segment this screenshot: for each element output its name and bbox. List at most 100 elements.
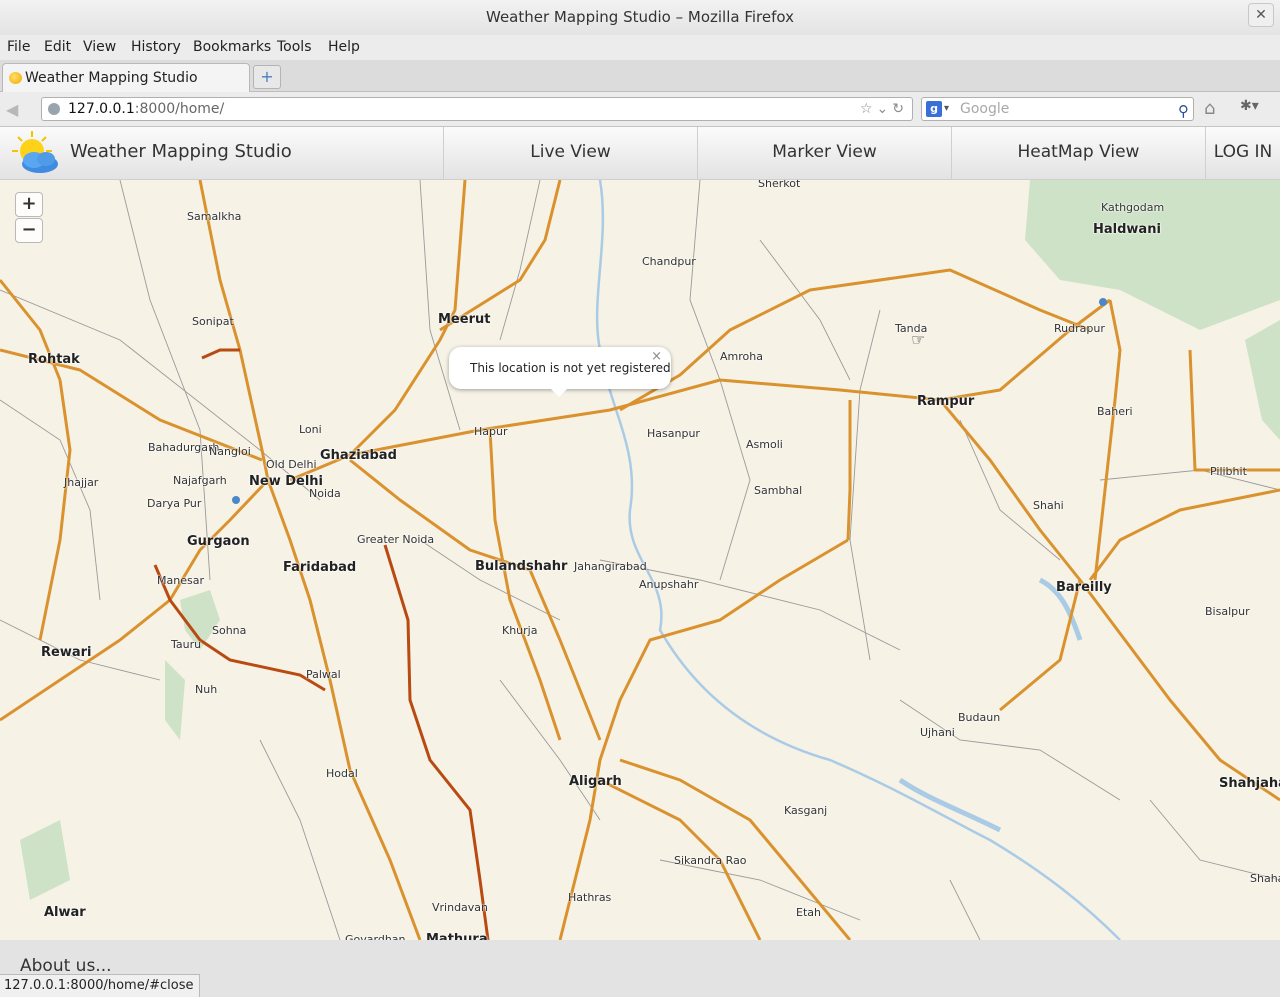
place-label: Bareilly bbox=[1056, 580, 1112, 595]
window-titlebar: Weather Mapping Studio – Mozilla Firefox… bbox=[0, 0, 1280, 35]
airport-markers bbox=[232, 298, 1107, 504]
place-label: Najafgarh bbox=[173, 474, 227, 487]
map-canvas[interactable]: + − Sherkot Kathgodam Haldwani Samalkha Chan… bbox=[0, 180, 1280, 940]
menu-history[interactable]: History bbox=[131, 39, 181, 55]
about-link[interactable]: About us... bbox=[20, 956, 112, 976]
menu-bar: File Edit View History Bookmarks Tools H… bbox=[0, 35, 1280, 60]
place-label: Shahjahanpur bbox=[1219, 776, 1280, 791]
place-label: Pilibhit bbox=[1210, 465, 1247, 478]
reload-icon[interactable]: ↻ bbox=[892, 101, 908, 117]
place-label: Noida bbox=[309, 487, 341, 500]
url-path: :8000/home/ bbox=[134, 101, 225, 117]
weather-favicon-icon bbox=[9, 72, 22, 84]
tab-label: Weather Mapping Studio bbox=[25, 70, 198, 86]
place-label: Sonipat bbox=[192, 315, 234, 328]
place-label: Old Delhi bbox=[266, 458, 317, 471]
place-label: Meerut bbox=[438, 312, 491, 327]
live-view-link[interactable]: Live View bbox=[443, 127, 697, 179]
menu-help[interactable]: Help bbox=[328, 39, 360, 55]
forest-area bbox=[165, 660, 185, 740]
place-label: Bulandshahr bbox=[475, 559, 568, 574]
status-bar: 127.0.0.1:8000/home/#close bbox=[0, 974, 201, 997]
place-label: Etah bbox=[796, 906, 821, 919]
heatmap-view-link[interactable]: HeatMap View bbox=[951, 127, 1205, 179]
place-label: Nangloi bbox=[209, 445, 251, 458]
menu-edit[interactable]: Edit bbox=[44, 39, 71, 55]
tab-strip: Weather Mapping Studio + bbox=[0, 60, 1280, 92]
weather-logo-icon bbox=[12, 131, 58, 173]
url-dropdown-icon[interactable]: ⌄ bbox=[877, 101, 893, 117]
place-label: Mathura bbox=[426, 932, 488, 940]
addon-menu-icon[interactable]: ✱▾ bbox=[1240, 98, 1259, 114]
search-placeholder: Google bbox=[960, 101, 1010, 117]
river bbox=[898, 777, 1002, 833]
place-label: Palwal bbox=[306, 668, 341, 681]
place-label: Sambhal bbox=[754, 484, 803, 497]
zoom-in-button[interactable]: + bbox=[15, 192, 43, 217]
place-label: Ghaziabad bbox=[320, 448, 397, 463]
place-label: Tauru bbox=[171, 638, 202, 651]
login-link[interactable]: LOG IN bbox=[1205, 127, 1280, 179]
place-label: Rudrapur bbox=[1054, 322, 1105, 335]
place-label: Hasanpur bbox=[647, 427, 700, 440]
bookmark-star-icon[interactable]: ☆ bbox=[860, 101, 877, 117]
engine-dropdown-icon[interactable]: ▾ bbox=[944, 98, 949, 120]
forest-area bbox=[20, 820, 70, 900]
home-icon[interactable]: ⌂ bbox=[1204, 98, 1215, 119]
place-label: Asmoli bbox=[746, 438, 783, 451]
place-label: Govardhan bbox=[345, 933, 406, 940]
place-label: Darya Pur bbox=[147, 497, 202, 510]
place-label: Vrindavan bbox=[432, 901, 489, 914]
forest-area bbox=[1245, 320, 1280, 440]
place-label: Rohtak bbox=[28, 352, 80, 367]
place-label: Budaun bbox=[958, 711, 1001, 724]
app-title: Weather Mapping Studio bbox=[70, 141, 292, 162]
new-tab-button[interactable]: + bbox=[253, 65, 281, 89]
river bbox=[595, 180, 1121, 940]
url-host: 127.0.0.1 bbox=[68, 101, 135, 117]
site-identity-icon[interactable] bbox=[48, 103, 60, 115]
search-bar[interactable]: g ▾ Google ⚲ bbox=[921, 97, 1194, 121]
location-popup: This location is not yet registered × bbox=[449, 347, 671, 397]
menu-tools[interactable]: Tools bbox=[277, 39, 312, 55]
place-label: Kathgodam bbox=[1101, 201, 1165, 214]
place-label: Baheri bbox=[1097, 405, 1133, 418]
popup-message: This location is not yet registered bbox=[470, 361, 671, 375]
place-label: Ujhani bbox=[920, 726, 955, 739]
place-label: Amroha bbox=[720, 350, 763, 363]
search-engine-icon[interactable]: g bbox=[926, 101, 942, 117]
place-label: Jhajjar bbox=[64, 476, 99, 489]
place-label: Faridabad bbox=[283, 560, 357, 575]
place-label: Shaha bbox=[1250, 872, 1280, 885]
place-label: Hapur bbox=[474, 425, 508, 438]
menu-view[interactable]: View bbox=[83, 39, 116, 55]
place-label: Manesar bbox=[157, 574, 204, 587]
app-header: Weather Mapping Studio Live View Marker … bbox=[0, 127, 1280, 180]
window-title: Weather Mapping Studio – Mozilla Firefox bbox=[486, 8, 794, 26]
place-label: Kasganj bbox=[784, 804, 828, 817]
search-icon[interactable]: ⚲ bbox=[1178, 100, 1189, 122]
place-label: Aligarh bbox=[569, 774, 622, 789]
menu-file[interactable]: File bbox=[7, 39, 30, 55]
window-close-button[interactable]: ✕ bbox=[1248, 3, 1274, 27]
tab-weather-mapping-studio[interactable]: Weather Mapping Studio bbox=[2, 63, 250, 92]
url-actions: ☆⌄↻ bbox=[860, 98, 908, 120]
zoom-out-button[interactable]: − bbox=[15, 218, 43, 243]
place-label: Shahi bbox=[1033, 499, 1064, 512]
url-bar[interactable]: 127.0.0.1:8000/home/ ☆⌄↻ bbox=[41, 97, 913, 121]
place-label: Sikandra Rao bbox=[674, 854, 747, 867]
place-label: Hathras bbox=[568, 891, 612, 904]
place-label: Khurja bbox=[502, 624, 538, 637]
place-label: Jahangirabad bbox=[574, 560, 647, 573]
marker-view-link[interactable]: Marker View bbox=[697, 127, 951, 179]
navigation-bar: ◀ 127.0.0.1:8000/home/ ☆⌄↻ g ▾ Google ⚲ … bbox=[0, 92, 1280, 127]
place-label: Samalkha bbox=[187, 210, 242, 223]
place-label: Rampur bbox=[917, 394, 975, 409]
place-label: Loni bbox=[299, 423, 322, 436]
place-label: Hodal bbox=[326, 767, 358, 780]
menu-bookmarks[interactable]: Bookmarks bbox=[193, 39, 271, 55]
place-label: Chandpur bbox=[642, 255, 696, 268]
popup-close-button[interactable]: × bbox=[651, 336, 662, 378]
back-arrow-icon[interactable]: ◀ bbox=[6, 100, 18, 119]
place-label: Gurgaon bbox=[187, 534, 250, 549]
